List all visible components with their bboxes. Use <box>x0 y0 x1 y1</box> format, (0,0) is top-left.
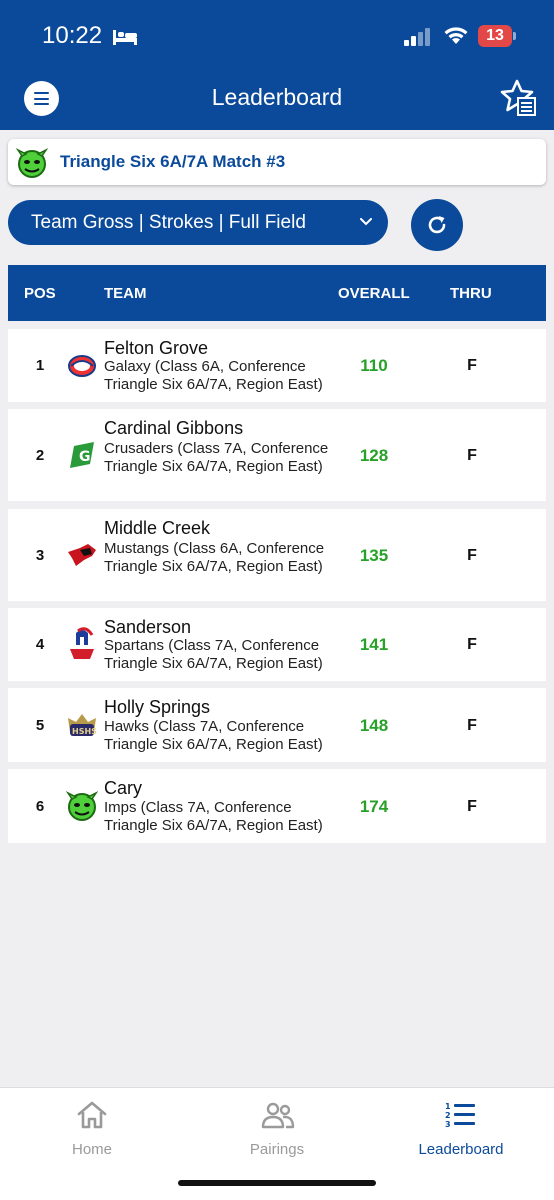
team-name: Cardinal Gibbons <box>104 418 244 438</box>
battery-level: 13 <box>486 27 504 44</box>
app-header: 10:22 13 Leaderboard <box>0 0 554 130</box>
table-row[interactable]: 5 HSHS Holly Springs Hawks (Class 7A, Co… <box>8 688 546 762</box>
table-row[interactable]: 1 Felton Grove Galaxy (Class 6A, Confere… <box>8 329 546 402</box>
team-desc: Galaxy (Class 6A, Conference Triangle Si… <box>104 358 323 393</box>
ranked-list-icon: 1 2 3 <box>445 1102 475 1129</box>
event-card[interactable]: Triangle Six 6A/7A Match #3 <box>8 139 546 185</box>
refresh-icon <box>428 216 446 234</box>
col-overall: OVERALL <box>338 285 410 302</box>
svg-text:G: G <box>79 449 91 465</box>
overall-score: 174 <box>359 797 389 816</box>
spartans-logo <box>70 627 94 659</box>
tab-pairings-label: Pairings <box>249 1141 305 1158</box>
battery-icon: 13 <box>478 25 516 47</box>
team-name: Sanderson <box>104 617 192 637</box>
chevron-down-icon <box>360 218 372 226</box>
leaderboard-header: POS TEAM OVERALL THRU <box>8 265 546 321</box>
thru-status: F <box>467 636 477 653</box>
team-name: Cary <box>104 778 143 798</box>
row-pos: 4 <box>35 636 45 653</box>
team-desc: Imps (Class 7A, Conference Triangle Six … <box>104 799 323 834</box>
tab-home[interactable]: Home <box>0 1088 184 1178</box>
page-title: Leaderboard <box>211 84 343 110</box>
table-row[interactable]: 2 G Cardinal Gibbons Crusaders (Class 7A… <box>8 409 546 501</box>
status-time: 10:22 <box>42 22 103 49</box>
svg-text:3: 3 <box>445 1120 451 1129</box>
event-title: Triangle Six 6A/7A Match #3 <box>60 152 286 171</box>
team-desc: Mustangs (Class 6A, Conference Triangle … <box>104 540 325 575</box>
mustangs-logo <box>68 544 96 566</box>
thru-status: F <box>467 798 477 815</box>
table-row[interactable]: 4 Sanderson Spartans (Class 7A, Conferen… <box>8 608 546 681</box>
col-thru: THRU <box>450 285 492 302</box>
home-indicator <box>178 1180 376 1186</box>
team-name: Middle Creek <box>104 518 211 538</box>
thru-status: F <box>467 447 477 464</box>
star-list-icon[interactable] <box>498 78 538 118</box>
col-pos: POS <box>24 285 56 302</box>
table-row[interactable]: 6 Cary Imps (Class 7A, Conference Triang… <box>8 769 546 843</box>
team-desc: Crusaders (Class 7A, Conference Triangle… <box>104 440 329 475</box>
table-row[interactable]: 3 Middle Creek Mustangs (Class 6A, Confe… <box>8 509 546 601</box>
team-name: Holly Springs <box>104 697 211 717</box>
bed-icon <box>113 30 137 45</box>
row-pos: 2 <box>35 447 45 464</box>
team-desc: Hawks (Class 7A, Conference Triangle Six… <box>104 718 323 753</box>
home-icon <box>77 1101 107 1129</box>
tab-leaderboard[interactable]: 1 2 3 Leaderboard <box>369 1088 553 1178</box>
imp-mascot-logo <box>16 148 48 178</box>
tab-pairings[interactable]: Pairings <box>185 1088 369 1178</box>
col-team: TEAM <box>104 285 147 302</box>
overall-score: 148 <box>359 716 389 735</box>
row-pos: 6 <box>35 798 45 815</box>
row-pos: 5 <box>35 717 45 734</box>
tab-leaderboard-label: Leaderboard <box>418 1141 504 1158</box>
hawks-logo: HSHS <box>68 714 97 736</box>
refresh-button[interactable] <box>411 199 463 251</box>
wifi-icon <box>444 27 468 44</box>
crusaders-logo: G <box>70 442 94 468</box>
status-bar: 10:22 13 <box>0 0 554 72</box>
row-pos: 3 <box>35 547 45 564</box>
people-icon <box>261 1102 295 1129</box>
overall-score: 141 <box>359 635 389 654</box>
overall-score: 128 <box>359 446 389 465</box>
team-name: Felton Grove <box>104 338 209 358</box>
thru-status: F <box>467 357 477 374</box>
thru-status: F <box>467 717 477 734</box>
team-desc: Spartans (Class 7A, Conference Triangle … <box>104 637 323 672</box>
imps-logo <box>66 791 98 821</box>
svg-text:1: 1 <box>445 1102 451 1111</box>
signal-icon <box>404 28 430 46</box>
thru-status: F <box>467 547 477 564</box>
svg-text:2: 2 <box>445 1111 451 1120</box>
overall-score: 135 <box>359 546 389 565</box>
overall-score: 110 <box>360 356 388 375</box>
tab-home-label: Home <box>71 1141 112 1158</box>
svg-text:HSHS: HSHS <box>72 727 97 736</box>
scoring-filter-dropdown[interactable]: Team Gross | Strokes | Full Field <box>8 200 388 245</box>
galaxy-logo <box>68 355 96 377</box>
row-pos: 1 <box>35 357 45 374</box>
filter-label: Team Gross | Strokes | Full Field <box>31 212 306 233</box>
